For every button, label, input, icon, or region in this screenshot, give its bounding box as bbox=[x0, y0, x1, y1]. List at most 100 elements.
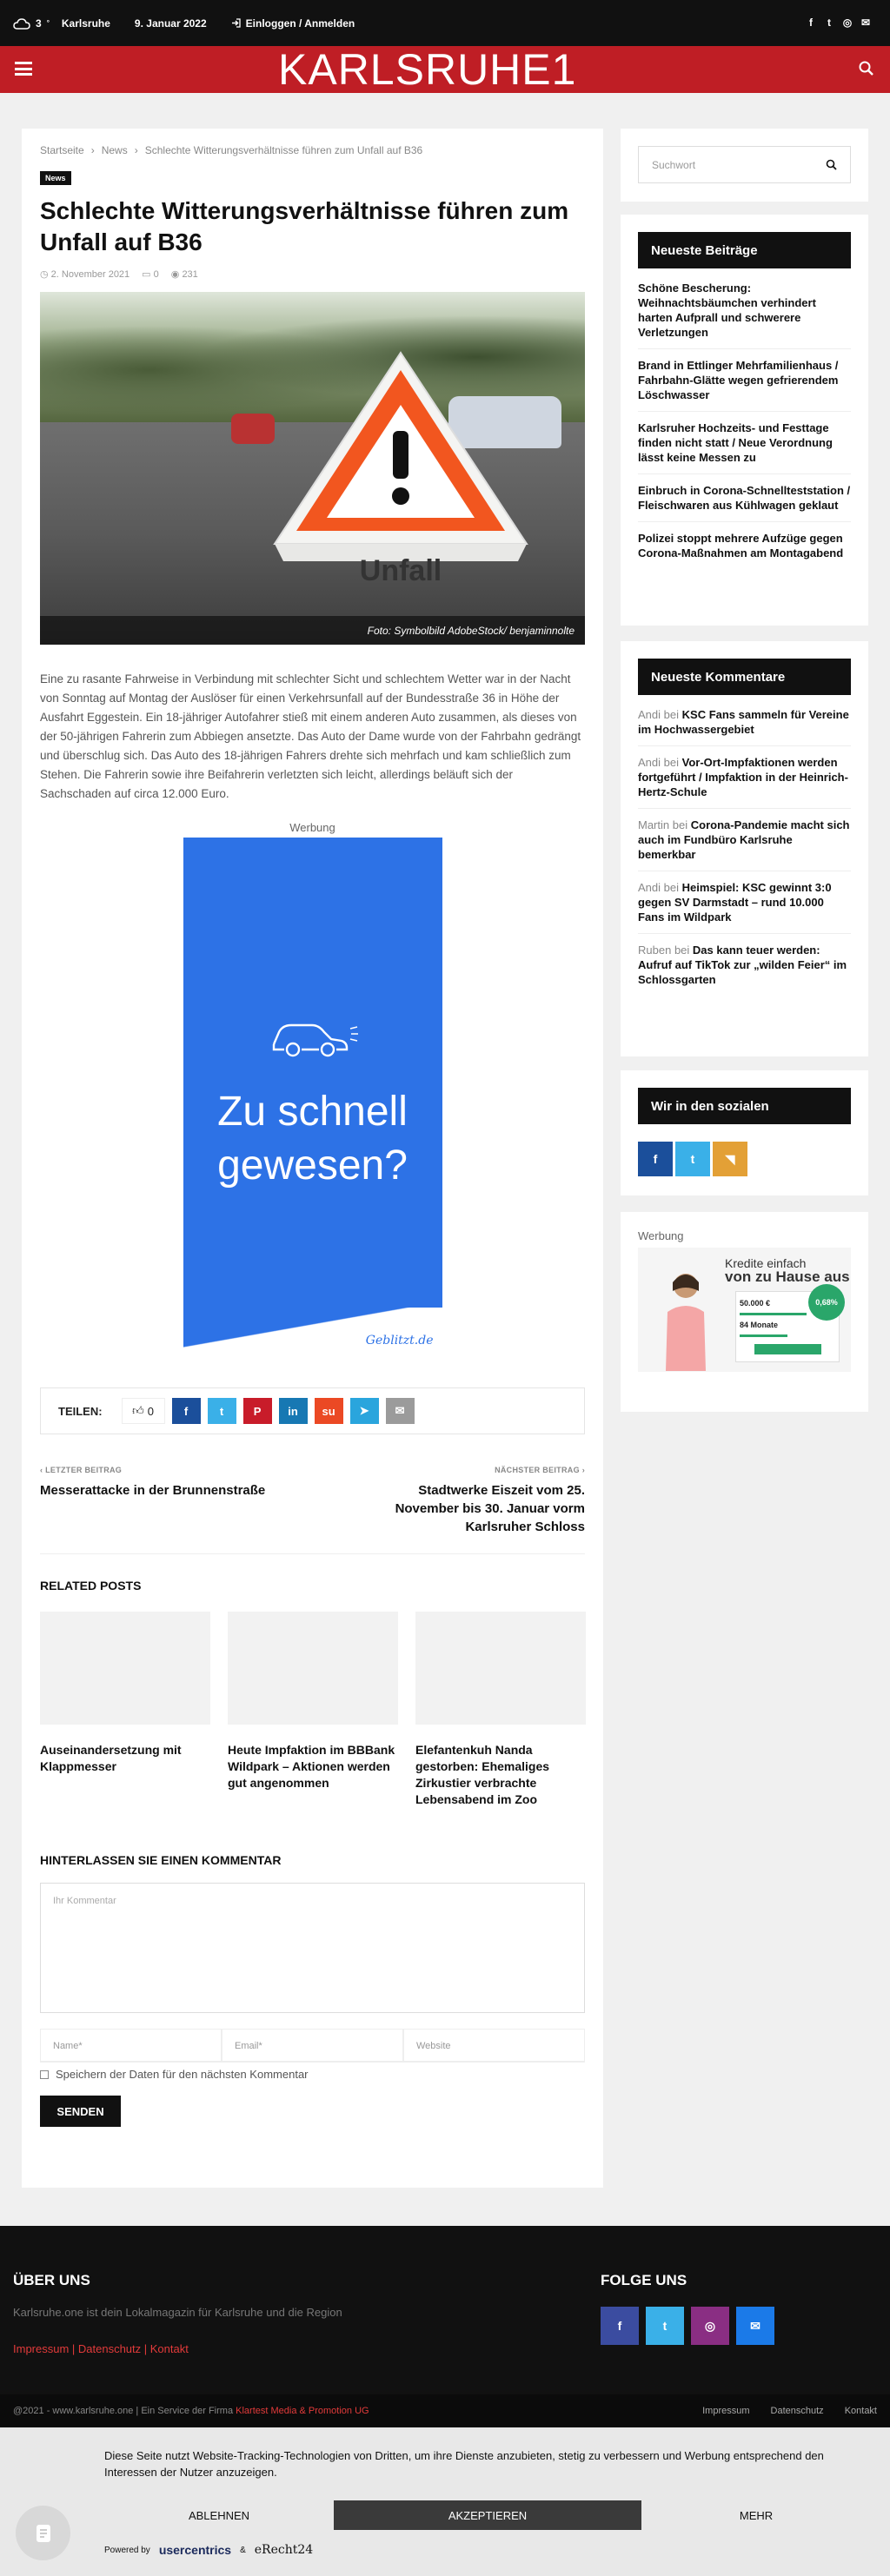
breadcrumb-news[interactable]: News bbox=[102, 144, 128, 156]
bottom-link-datenschutz[interactable]: Datenschutz bbox=[771, 2406, 824, 2416]
next-post[interactable]: NÄCHSTER BEITRAG › Stadtwerke Eiszeit vo… bbox=[368, 1466, 585, 1536]
credit-cta-button[interactable] bbox=[754, 1344, 821, 1354]
twitter-icon[interactable]: t bbox=[675, 1142, 710, 1176]
instagram-icon[interactable]: ◎ bbox=[691, 2307, 729, 2345]
copyright-company[interactable]: Klartest Media & Promotion UG bbox=[236, 2406, 369, 2416]
twitter-icon[interactable]: t bbox=[646, 2307, 684, 2345]
comment-post-title[interactable]: Corona-Pandemie macht sich auch im Fundb… bbox=[638, 818, 850, 861]
footer: ÜBER UNS Karlsruhe.one ist dein Lokalmag… bbox=[0, 2226, 890, 2394]
facebook-icon[interactable]: f bbox=[638, 1142, 673, 1176]
share-telegram-button[interactable]: ➤ bbox=[349, 1398, 379, 1424]
related-title[interactable]: Auseinandersetzung mit Klappmesser bbox=[40, 1742, 210, 1775]
site-logo[interactable]: KARLSRUHE1 bbox=[278, 48, 576, 91]
post-navigation: ‹ LETZTER BEITRAG Messerattacke in der B… bbox=[40, 1466, 585, 1554]
related-title[interactable]: Heute Impfaktion im BBBank Wildpark – Ak… bbox=[228, 1742, 398, 1791]
twitter-icon[interactable]: t bbox=[824, 17, 834, 29]
article-title: Schlechte Witterungsverhältnisse führen … bbox=[40, 197, 569, 255]
comment-textarea[interactable]: Ihr Kommentar bbox=[40, 1883, 585, 2013]
sidebar-search-input[interactable]: Suchwort bbox=[638, 146, 851, 183]
search-icon[interactable] bbox=[859, 61, 874, 76]
bottom-link-kontakt[interactable]: Kontakt bbox=[845, 2406, 877, 2416]
comment-entry[interactable]: Ruben bei Das kann teuer werden: Aufruf … bbox=[638, 934, 851, 996]
comment-connector: bei bbox=[663, 881, 680, 894]
share-label: TEILEN: bbox=[58, 1404, 103, 1418]
search-icon[interactable] bbox=[826, 159, 837, 170]
rss-icon[interactable]: ◥ bbox=[713, 1142, 747, 1176]
comment-entry[interactable]: Andi bei Heimspiel: KSC gewinnt 3:0 gege… bbox=[638, 871, 851, 934]
related-thumbnail[interactable] bbox=[228, 1612, 398, 1725]
weather-widget: 3 ° Karlsruhe bbox=[13, 17, 110, 30]
car-icon bbox=[272, 1023, 358, 1057]
footer-follow: FOLGE UNS f t ◎ ✉ bbox=[601, 2272, 774, 2345]
related-post-card[interactable]: Auseinandersetzung mit Klappmesser bbox=[40, 1612, 210, 1808]
more-button[interactable]: MEHR bbox=[641, 2500, 871, 2530]
comments-meta[interactable]: ▭ 0 bbox=[142, 268, 159, 280]
footer-links[interactable]: Impressum | Datenschutz | Kontakt bbox=[13, 2342, 535, 2355]
share-pinterest-button[interactable]: P bbox=[242, 1398, 272, 1424]
advertisement-banner[interactable]: Zu schnell gewesen? Geblitzt.de bbox=[183, 838, 442, 1360]
share-email-button[interactable]: ✉ bbox=[385, 1398, 415, 1424]
instagram-icon[interactable]: ◎ bbox=[842, 17, 853, 29]
ad-brand: Geblitzt.de bbox=[365, 1334, 434, 1348]
comment-connector: bei bbox=[663, 756, 680, 769]
related-thumbnail[interactable] bbox=[415, 1612, 586, 1725]
image-caption: Foto: Symbolbild AdobeStock/ benjaminnol… bbox=[40, 616, 585, 645]
recent-post-link[interactable]: Brand in Ettlinger Mehrfamilienhaus / Fa… bbox=[638, 349, 851, 412]
publish-date: 2. November 2021 bbox=[50, 269, 130, 280]
chevron-right-icon: › bbox=[134, 144, 138, 156]
ad-line-1: Zu schnell bbox=[217, 1089, 408, 1135]
menu-icon[interactable] bbox=[15, 62, 32, 76]
recent-post-link[interactable]: Einbruch in Corona-Schnellteststation / … bbox=[638, 474, 851, 522]
breadcrumb-home[interactable]: Startseite bbox=[40, 144, 84, 156]
related-post-card[interactable]: Heute Impfaktion im BBBank Wildpark – Ak… bbox=[228, 1612, 398, 1808]
cloud-icon bbox=[13, 17, 30, 30]
share-facebook-button[interactable]: f bbox=[171, 1398, 201, 1424]
prev-label: LETZTER BEITRAG bbox=[45, 1466, 123, 1474]
related-post-card[interactable]: Elefantenkuh Nanda gestorben: Ehemaliges… bbox=[415, 1612, 586, 1808]
comment-icon: ▭ bbox=[142, 269, 151, 280]
category-badge[interactable]: News bbox=[40, 171, 71, 185]
recent-posts-title: Neueste Beiträge bbox=[638, 232, 851, 268]
email-icon[interactable]: ✉ bbox=[860, 17, 871, 29]
previous-post[interactable]: ‹ LETZTER BEITRAG Messerattacke in der B… bbox=[40, 1466, 265, 1536]
name-field[interactable]: Name* bbox=[40, 2029, 222, 2062]
comment-author: Andi bbox=[638, 756, 661, 769]
login-link[interactable]: Einloggen / Anmelden bbox=[231, 17, 355, 30]
share-twitter-button[interactable]: t bbox=[207, 1398, 236, 1424]
recent-posts-widget: Neueste Beiträge Schöne Bescherung: Weih… bbox=[621, 215, 868, 626]
website-field[interactable]: Website bbox=[403, 2029, 585, 2062]
comment-author: Ruben bbox=[638, 944, 672, 957]
share-stumbleupon-button[interactable]: su bbox=[314, 1398, 343, 1424]
copyright-text: @2021 - www.karlsruhe.one | Ein Service … bbox=[13, 2406, 234, 2416]
search-widget: Suchwort bbox=[621, 129, 868, 202]
related-thumbnail[interactable] bbox=[40, 1612, 210, 1725]
recent-post-link[interactable]: Karlsruher Hochzeits- und Festtage finde… bbox=[638, 412, 851, 474]
comment-entry[interactable]: Andi bei KSC Fans sammeln für Vereine im… bbox=[638, 695, 851, 746]
comment-entry[interactable]: Andi bei Vor-Ort-Impfaktionen werden for… bbox=[638, 746, 851, 809]
email-field[interactable]: Email* bbox=[222, 2029, 403, 2062]
breadcrumb: Startseite › News › Schlechte Witterungs… bbox=[40, 144, 585, 156]
accept-button[interactable]: AKZEPTIEREN bbox=[334, 2500, 641, 2530]
facebook-icon[interactable]: f bbox=[806, 17, 816, 29]
views-meta: ◉ 231 bbox=[171, 268, 198, 280]
share-linkedin-button[interactable]: in bbox=[278, 1398, 308, 1424]
send-button[interactable]: SENDEN bbox=[40, 2096, 121, 2127]
credit-advertisement[interactable]: Kredite einfach von zu Hause aus 50.000 €… bbox=[638, 1248, 851, 1372]
person-illustration bbox=[666, 1274, 706, 1371]
recent-post-link[interactable]: Schöne Bescherung: Weihnachtsbäumchen ve… bbox=[638, 268, 851, 349]
save-data-checkbox[interactable] bbox=[40, 2069, 49, 2079]
email-icon[interactable]: ✉ bbox=[736, 2307, 774, 2345]
telegram-icon: ➤ bbox=[359, 1404, 369, 1417]
related-title[interactable]: Elefantenkuh Nanda gestorben: Ehemaliges… bbox=[415, 1742, 586, 1808]
comment-entry[interactable]: Martin bei Corona-Pandemie macht sich au… bbox=[638, 809, 851, 871]
amount-slider bbox=[740, 1313, 807, 1315]
reject-button[interactable]: ABLEHNEN bbox=[104, 2500, 334, 2530]
recent-post-link[interactable]: Polizei stoppt mehrere Aufzüge gegen Cor… bbox=[638, 522, 851, 569]
comment-author: Martin bbox=[638, 818, 670, 831]
ad-label: Werbung bbox=[289, 821, 335, 834]
like-button[interactable]: 👍︎ 0 bbox=[121, 1398, 165, 1424]
fingerprint-icon[interactable] bbox=[16, 2506, 70, 2560]
facebook-icon[interactable]: f bbox=[601, 2307, 639, 2345]
bottom-link-impressum[interactable]: Impressum bbox=[702, 2406, 749, 2416]
chevron-right-icon: › bbox=[579, 1466, 585, 1474]
